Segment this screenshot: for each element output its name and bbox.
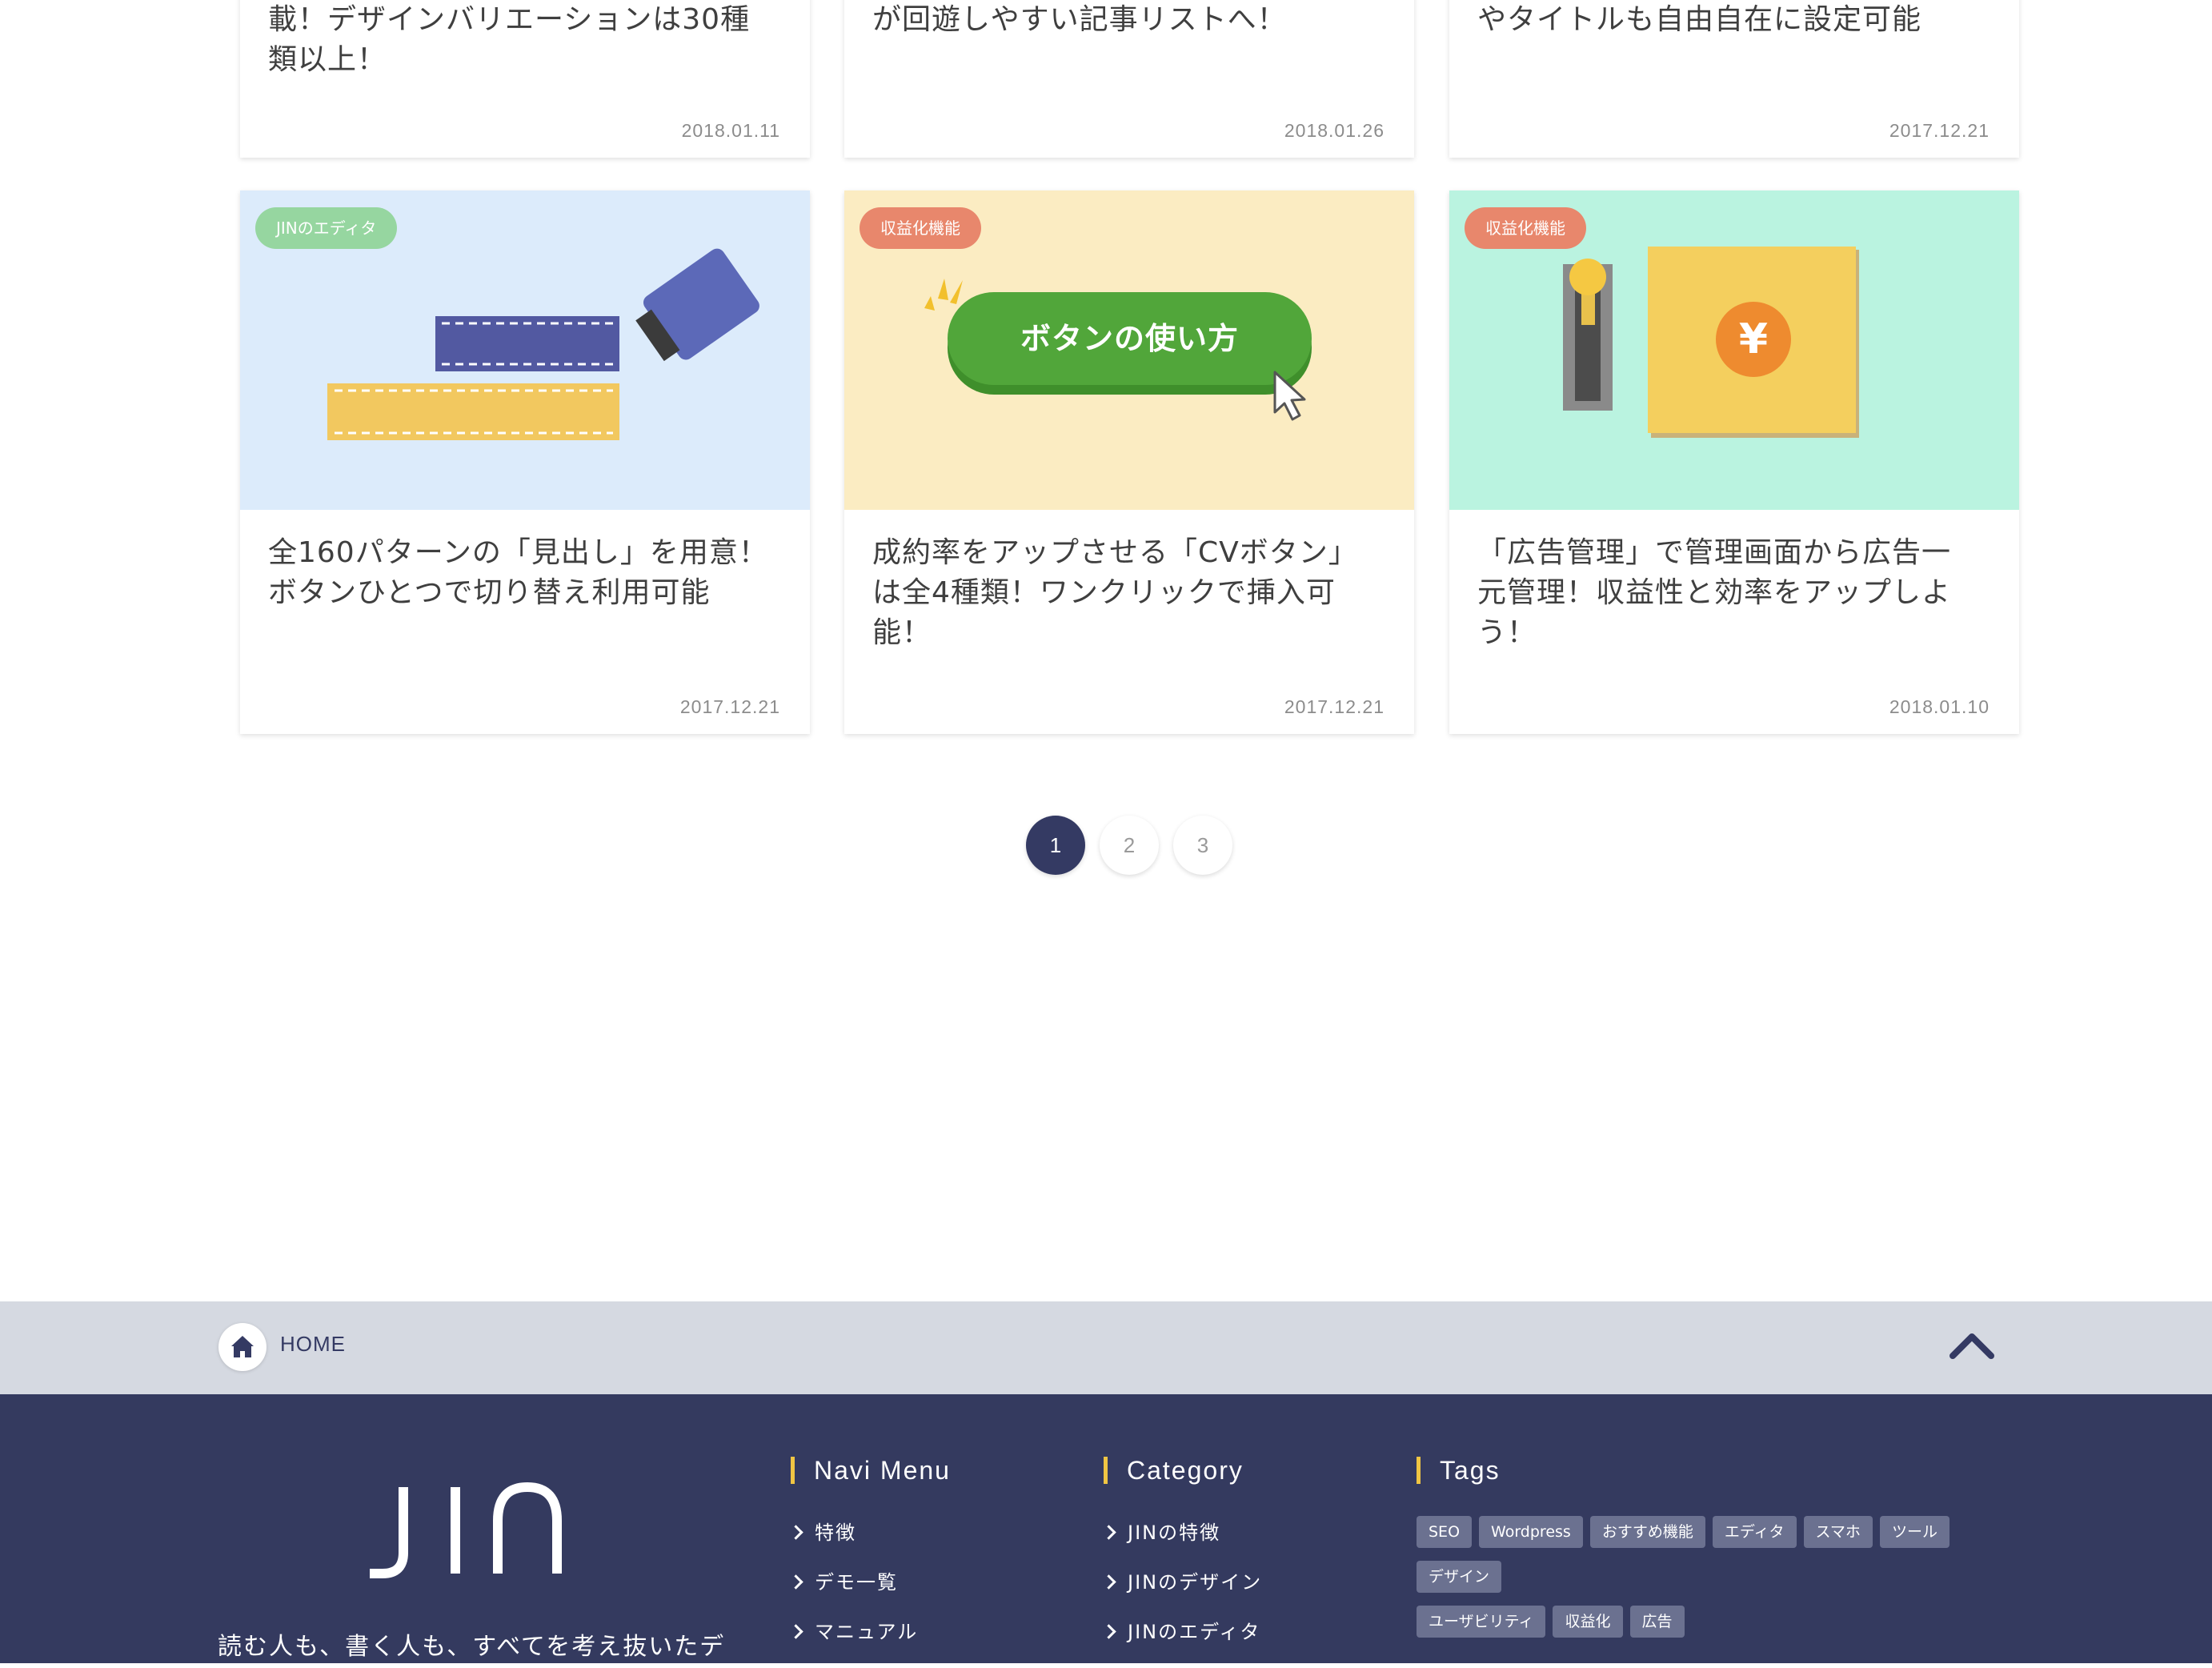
- chevron-up-icon[interactable]: [1948, 1329, 1996, 1364]
- jin-logo: [370, 1482, 562, 1578]
- site-logo[interactable]: [365, 1482, 573, 1586]
- article-thumbnail[interactable]: ボタンの使い方 収益化機能: [844, 190, 1414, 510]
- article-title: 「広告管理」で管理画面から広告一 元管理！収益性と効率をアップしよ う！: [1477, 536, 1952, 649]
- article-title: 載！デザインバリエーションは30種 類以上！: [268, 3, 751, 76]
- article-card[interactable]: ¥ 収益化機能 「広告管理」で管理画面から広告一 元管理！収益性と効率をアップし…: [1449, 190, 2019, 734]
- article-card[interactable]: 載！デザインバリエーションは30種 類以上！ 2018.01.11: [240, 0, 810, 158]
- tag-cloud: SEO Wordpress おすすめ機能 エディタ スマホ ツールデザインユーザビリティ収…: [1417, 1516, 2041, 1650]
- tag-link[interactable]: 広告: [1629, 1606, 1685, 1638]
- page-3-button[interactable]: 3: [1173, 816, 1232, 875]
- site-footer: 読む人も、書く人も、すべてを考え抜いたデ Navi Menu 特徴 デモ一覧 マ…: [0, 1394, 2212, 1663]
- tag-link[interactable]: おすすめ機能: [1589, 1516, 1705, 1548]
- article-date: 2017.12.21: [679, 696, 780, 717]
- article-date: 2018.01.26: [1284, 120, 1385, 141]
- article-date: 2017.12.21: [1284, 696, 1385, 717]
- home-icon[interactable]: [218, 1323, 266, 1371]
- article-thumbnail[interactable]: ¥ 収益化機能: [1449, 190, 2019, 510]
- category-list: JINの特徴 JINのデザイン JINのエディタ: [1101, 1519, 1262, 1668]
- chevron-right-icon: [1101, 1574, 1116, 1590]
- article-card[interactable]: JINのエディタ 全160パターンの「見出し」を用意！ ボタンひとつで切り替え利…: [240, 190, 810, 734]
- category-badge[interactable]: 収益化機能: [860, 207, 981, 249]
- navi-menu-item[interactable]: 特徴: [788, 1519, 918, 1569]
- article-date: 2018.01.11: [681, 120, 780, 141]
- tags-heading: Tags: [1417, 1457, 1501, 1484]
- article-card[interactable]: が回遊しやすい記事リストへ！ 2018.01.26: [844, 0, 1414, 158]
- tag-link[interactable]: スマホ: [1803, 1516, 1873, 1548]
- chevron-right-icon: [788, 1525, 803, 1540]
- navi-menu-item[interactable]: マニュアル: [788, 1618, 918, 1668]
- breadcrumb: HOME: [0, 1301, 2212, 1394]
- chevron-right-icon: [788, 1624, 803, 1639]
- thumbnail-button-text: ボタンの使い方: [1020, 321, 1239, 356]
- navi-menu-list: 特徴 デモ一覧 マニュアル: [788, 1519, 918, 1668]
- tag-link[interactable]: ツール: [1879, 1516, 1950, 1548]
- tag-link[interactable]: 収益化: [1553, 1606, 1623, 1638]
- article-title: が回遊しやすい記事リストへ！: [872, 3, 1287, 36]
- breadcrumb-home-link[interactable]: HOME: [280, 1332, 346, 1357]
- chevron-right-icon: [788, 1574, 803, 1590]
- navi-menu-heading: Navi Menu: [791, 1457, 951, 1484]
- category-item[interactable]: JINの特徴: [1101, 1519, 1262, 1569]
- tag-link[interactable]: ユーザビリティ: [1417, 1606, 1546, 1638]
- tag-link[interactable]: Wordpress: [1479, 1516, 1583, 1548]
- chevron-right-icon: [1101, 1525, 1116, 1540]
- yen-icon: ¥: [1738, 315, 1769, 363]
- category-badge[interactable]: JINのエディタ: [255, 207, 398, 249]
- site-tagline: 読む人も、書く人も、すべてを考え抜いたデ: [218, 1633, 726, 1661]
- category-badge[interactable]: 収益化機能: [1465, 207, 1586, 249]
- article-title: 全160パターンの「見出し」を用意！ ボタンひとつで切り替え利用可能: [268, 536, 768, 609]
- page-1-button[interactable]: 1: [1026, 816, 1085, 875]
- chevron-right-icon: [1101, 1624, 1116, 1639]
- tag-link[interactable]: エディタ: [1712, 1516, 1797, 1548]
- article-card[interactable]: ボタンの使い方 収益化機能 成約率をアップさせる「CVボタン」 は全4種類！ワン…: [844, 190, 1414, 734]
- category-heading: Category: [1104, 1457, 1244, 1484]
- navi-menu-item[interactable]: デモ一覧: [788, 1569, 918, 1618]
- article-date: 2018.01.10: [1889, 696, 1990, 717]
- article-card[interactable]: やタイトルも自由自在に設定可能 2017.12.21: [1449, 0, 2019, 158]
- tag-link[interactable]: SEO: [1417, 1516, 1473, 1548]
- category-item[interactable]: JINのエディタ: [1101, 1618, 1262, 1668]
- article-thumbnail[interactable]: JINのエディタ: [240, 190, 810, 510]
- category-item[interactable]: JINのデザイン: [1101, 1569, 1262, 1618]
- article-title: やタイトルも自由自在に設定可能: [1477, 3, 1922, 36]
- article-date: 2017.12.21: [1889, 120, 1990, 141]
- page-2-button[interactable]: 2: [1100, 816, 1159, 875]
- tag-link[interactable]: デザイン: [1417, 1561, 1502, 1593]
- article-title: 成約率をアップさせる「CVボタン」 は全4種類！ワンクリックで挿入可 能！: [872, 536, 1358, 649]
